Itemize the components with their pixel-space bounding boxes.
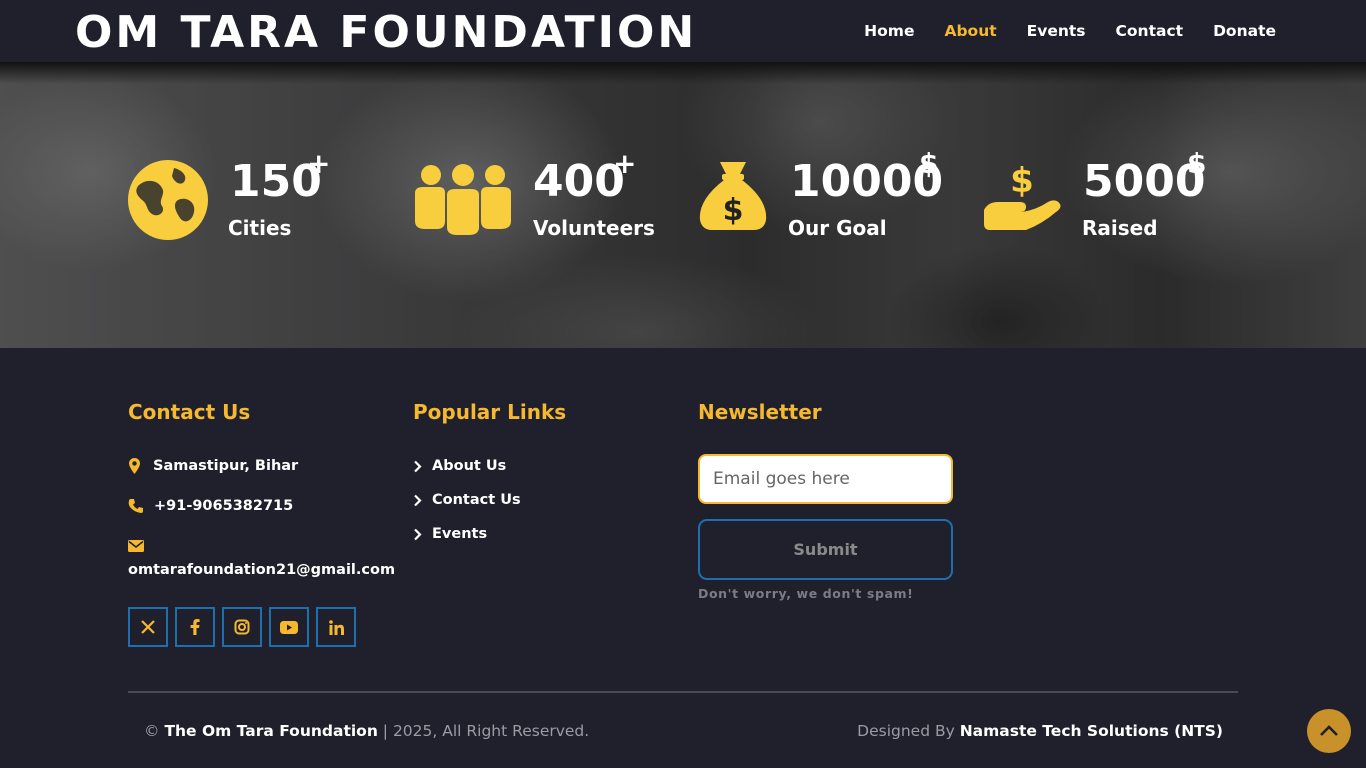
- contact-email[interactable]: omtarafoundation21@gmail.com: [128, 562, 395, 578]
- hand-dollar-icon: $: [984, 161, 1061, 230]
- stat-cities-suffix: +: [307, 147, 331, 180]
- stat-volunteers-label: Volunteers: [533, 216, 655, 240]
- stat-raised-suffix: $: [1187, 147, 1207, 180]
- newsletter-heading: Newsletter: [698, 400, 822, 424]
- stat-volunteers-suffix: +: [613, 147, 637, 180]
- x-icon: [141, 620, 155, 634]
- links-heading: Popular Links: [413, 400, 567, 424]
- designed-by-text: Designed By Namaste Tech Solutions (NTS): [857, 722, 1223, 740]
- main-nav: Home About Events Contact Donate: [864, 0, 1276, 62]
- facebook-icon: [190, 619, 200, 635]
- globe-icon: [128, 160, 208, 240]
- copyright-text: © The Om Tara Foundation | 2025, All Rig…: [144, 722, 589, 740]
- nav-donate[interactable]: Donate: [1213, 22, 1276, 40]
- money-bag-icon: $: [699, 162, 767, 230]
- svg-text:$: $: [1010, 161, 1034, 201]
- envelope-icon: [128, 540, 144, 552]
- contact-address: Samastipur, Bihar: [153, 458, 299, 474]
- people-icon: [415, 164, 511, 235]
- copyright-org[interactable]: The Om Tara Foundation: [164, 722, 377, 740]
- designed-by-prefix: Designed By: [857, 722, 955, 740]
- social-facebook-button[interactable]: [175, 607, 215, 647]
- social-x-button[interactable]: [128, 607, 168, 647]
- stats-hero: 150 + Cities 400 + Volunteers $ 10000 $ …: [0, 62, 1366, 348]
- newsletter-note: Don't worry, we don't spam!: [698, 586, 914, 601]
- instagram-icon: [234, 619, 250, 635]
- designed-by-company[interactable]: Namaste Tech Solutions (NTS): [960, 722, 1223, 740]
- contact-heading: Contact Us: [128, 400, 251, 424]
- newsletter-email-input[interactable]: [698, 454, 953, 504]
- social-linkedin-button[interactable]: [316, 607, 356, 647]
- chevron-up-icon: [1320, 725, 1338, 736]
- stat-volunteers-value: 400: [533, 156, 625, 207]
- footer-link-label: Events: [432, 526, 488, 542]
- linkedin-icon: [328, 619, 344, 635]
- stat-raised-label: Raised: [1082, 216, 1158, 240]
- footer-link-about[interactable]: About Us: [413, 458, 506, 474]
- chevron-right-icon: [414, 528, 422, 540]
- stat-cities-label: Cities: [228, 216, 292, 240]
- contact-phone[interactable]: +91-9065382715: [154, 498, 293, 514]
- social-instagram-button[interactable]: [222, 607, 262, 647]
- youtube-icon: [280, 620, 298, 634]
- location-pin-icon: [129, 458, 140, 474]
- footer-divider: [128, 691, 1238, 693]
- newsletter-submit-button[interactable]: Submit: [698, 519, 953, 580]
- chevron-right-icon: [414, 460, 422, 472]
- nav-contact[interactable]: Contact: [1116, 22, 1184, 40]
- copyright-suffix: | 2025, All Right Reserved.: [382, 722, 590, 740]
- copyright-symbol: ©: [144, 722, 160, 740]
- site-header: OM TARA FOUNDATION Home About Events Con…: [0, 0, 1366, 62]
- nav-events[interactable]: Events: [1027, 22, 1086, 40]
- back-to-top-button[interactable]: [1307, 709, 1351, 753]
- brand-logo-text[interactable]: OM TARA FOUNDATION: [75, 6, 697, 60]
- svg-text:$: $: [723, 193, 744, 228]
- nav-about[interactable]: About: [944, 22, 996, 40]
- phone-icon: [128, 499, 143, 513]
- chevron-right-icon: [414, 494, 422, 506]
- stat-goal-suffix: $: [919, 147, 939, 180]
- footer-link-contact[interactable]: Contact Us: [413, 492, 521, 508]
- nav-home[interactable]: Home: [864, 22, 914, 40]
- stat-goal-label: Our Goal: [788, 216, 887, 240]
- social-youtube-button[interactable]: [269, 607, 309, 647]
- footer-link-label: About Us: [432, 458, 507, 474]
- site-footer: Contact Us Samastipur, Bihar +91-9065382…: [0, 348, 1366, 768]
- footer-link-events[interactable]: Events: [413, 526, 487, 542]
- footer-link-label: Contact Us: [432, 492, 521, 508]
- hero-top-shadow: [0, 62, 1366, 84]
